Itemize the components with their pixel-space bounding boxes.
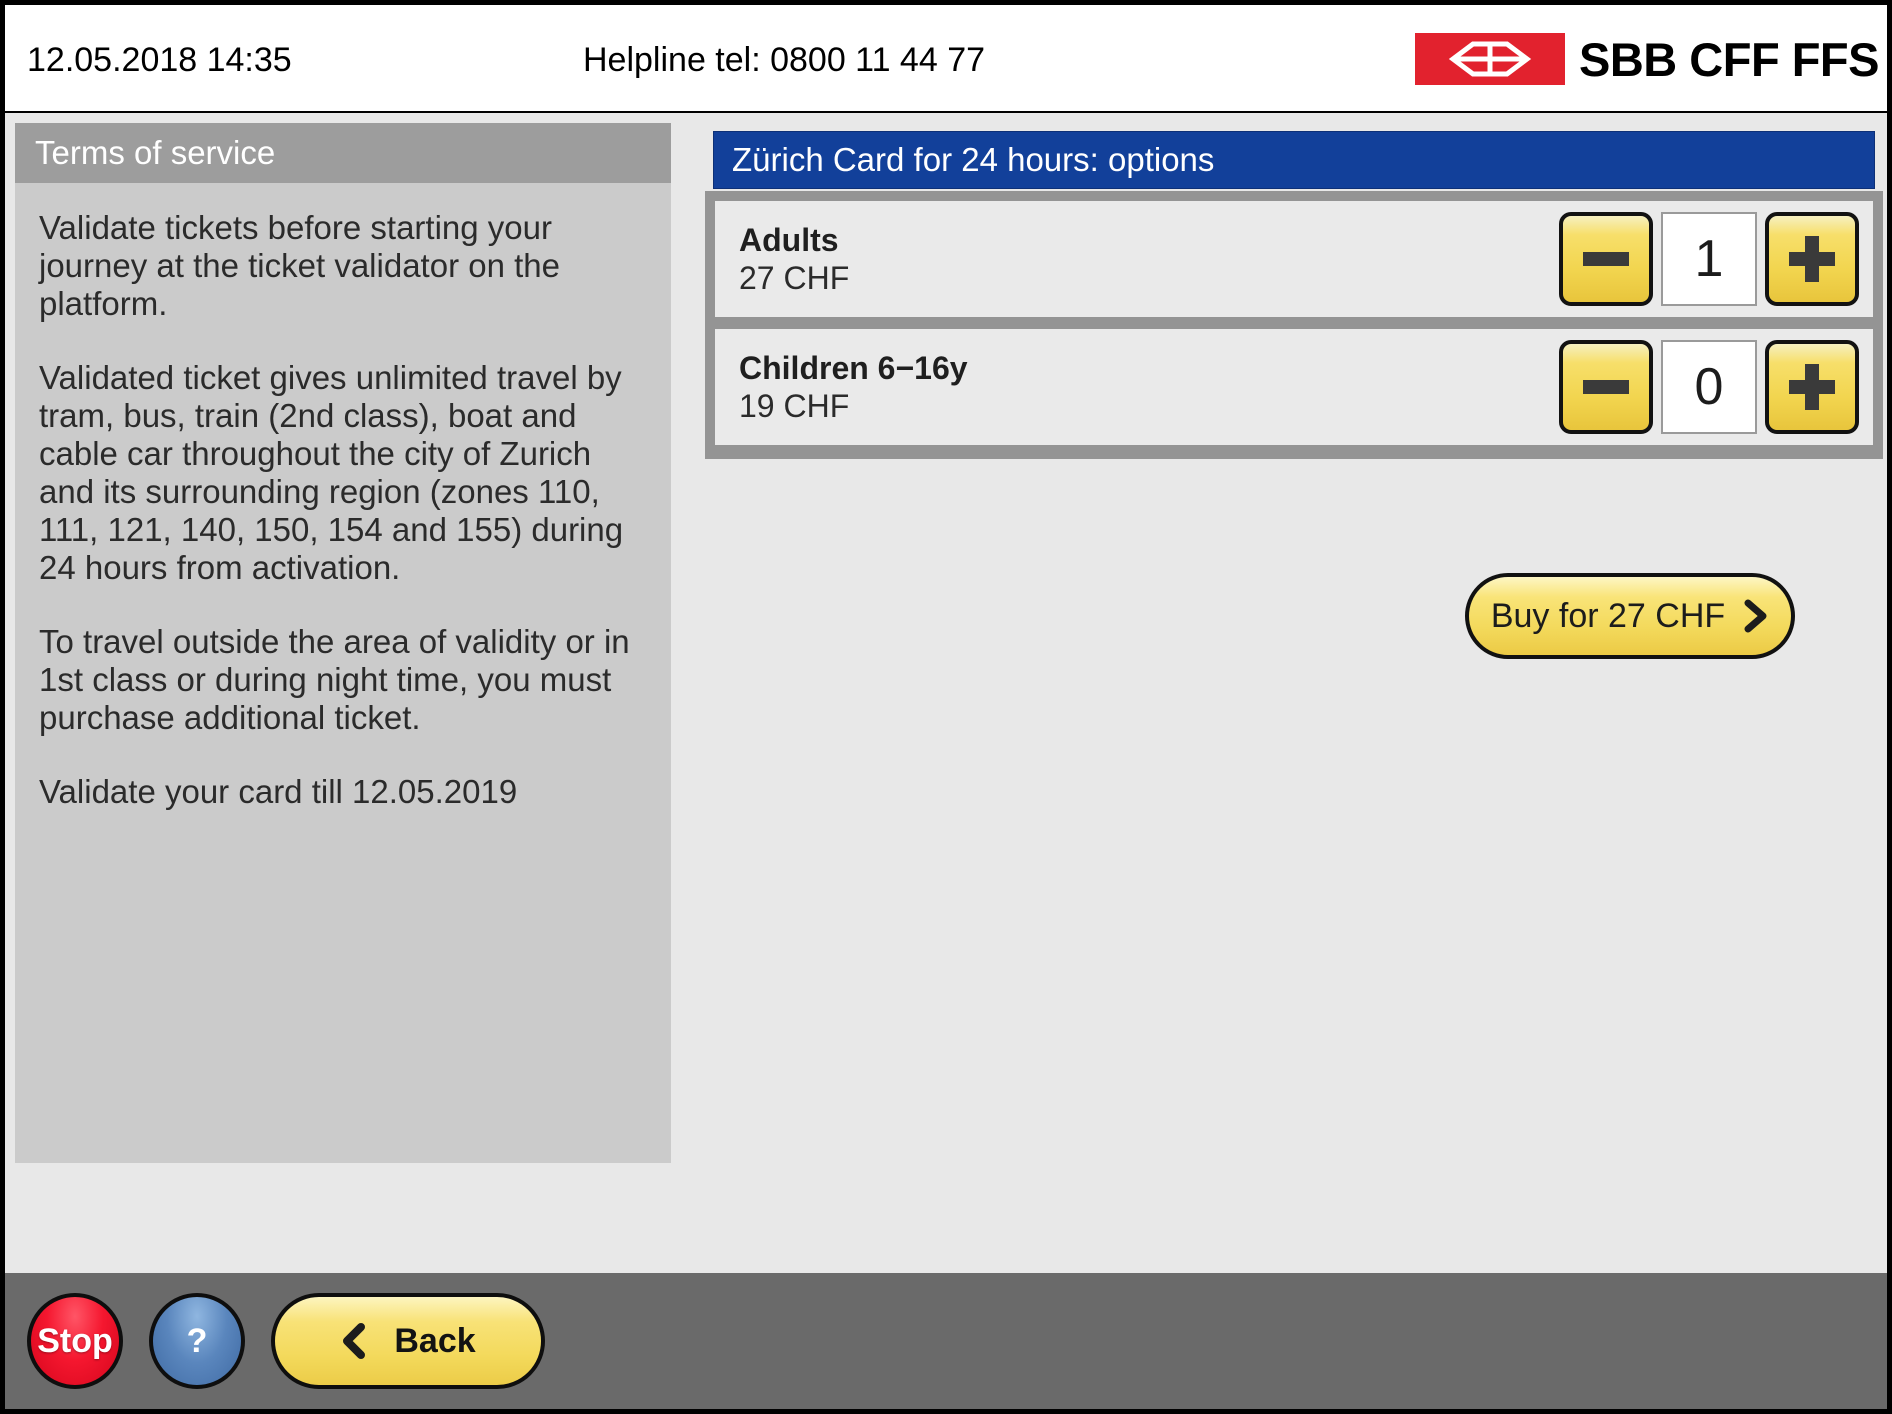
- adults-quantity-value[interactable]: 1: [1661, 212, 1757, 306]
- terms-paragraph: Validate tickets before starting your jo…: [39, 209, 560, 322]
- options-panel-title: Zürich Card for 24 hours: options: [713, 131, 1875, 189]
- children-decrement-button[interactable]: [1559, 340, 1653, 434]
- terms-panel-title: Terms of service: [15, 123, 671, 183]
- children-increment-button[interactable]: [1765, 340, 1859, 434]
- plus-icon-vertical: [1805, 236, 1819, 282]
- option-price: 27 CHF: [739, 260, 850, 296]
- sbb-logo: SBB CFF FFS: [1415, 32, 1879, 86]
- option-name: Adults: [739, 222, 839, 258]
- minus-icon: [1583, 380, 1629, 394]
- chevron-left-icon: [340, 1322, 368, 1360]
- children-quantity-stepper: 0: [1559, 340, 1873, 434]
- buy-button[interactable]: Buy for 27 CHF: [1465, 573, 1795, 659]
- buy-button-label: Buy for 27 CHF: [1490, 596, 1726, 635]
- bottom-toolbar: Stop ? Back: [5, 1273, 1887, 1409]
- adults-increment-button[interactable]: [1765, 212, 1859, 306]
- terms-paragraph: Validated ticket gives unlimited travel …: [39, 359, 624, 586]
- top-header-bar: 12.05.2018 14:35 Helpline tel: 0800 11 4…: [5, 5, 1887, 113]
- chevron-right-icon: [1743, 599, 1769, 633]
- help-button-label: ?: [186, 1321, 208, 1360]
- sbb-arrow-icon: [1415, 33, 1566, 85]
- options-list: Adults 27 CHF 1 Children 6−16y 19 CHF 0: [705, 191, 1883, 459]
- option-row-children: Children 6−16y 19 CHF 0: [715, 329, 1873, 445]
- option-price: 19 CHF: [739, 388, 850, 424]
- terms-of-service-panel: Terms of service Validate tickets before…: [15, 123, 671, 1163]
- option-row-adults: Adults 27 CHF 1: [715, 201, 1873, 317]
- help-button[interactable]: ?: [149, 1293, 245, 1389]
- terms-paragraph: Validate your card till 12.05.2019: [39, 773, 518, 810]
- plus-icon-vertical: [1805, 364, 1819, 410]
- minus-icon: [1583, 252, 1629, 266]
- back-button[interactable]: Back: [271, 1293, 545, 1389]
- adults-decrement-button[interactable]: [1559, 212, 1653, 306]
- stop-button-label: Stop: [37, 1321, 113, 1360]
- children-quantity-value[interactable]: 0: [1661, 340, 1757, 434]
- terms-paragraph: To travel outside the area of validity o…: [39, 623, 630, 736]
- helpline-text: Helpline tel: 0800 11 44 77: [583, 41, 986, 79]
- back-button-label: Back: [394, 1321, 476, 1360]
- sbb-wordmark: SBB CFF FFS: [1579, 32, 1879, 86]
- ticket-machine-screen: 12.05.2018 14:35 Helpline tel: 0800 11 4…: [0, 0, 1892, 1414]
- option-label-group: Adults 27 CHF: [715, 221, 1559, 297]
- current-datetime: 12.05.2018 14:35: [27, 41, 292, 79]
- terms-panel-body: Validate tickets before starting your jo…: [15, 183, 671, 1163]
- option-name: Children 6−16y: [739, 350, 968, 386]
- stop-button[interactable]: Stop: [27, 1293, 123, 1389]
- option-label-group: Children 6−16y 19 CHF: [715, 349, 1559, 425]
- adults-quantity-stepper: 1: [1559, 212, 1873, 306]
